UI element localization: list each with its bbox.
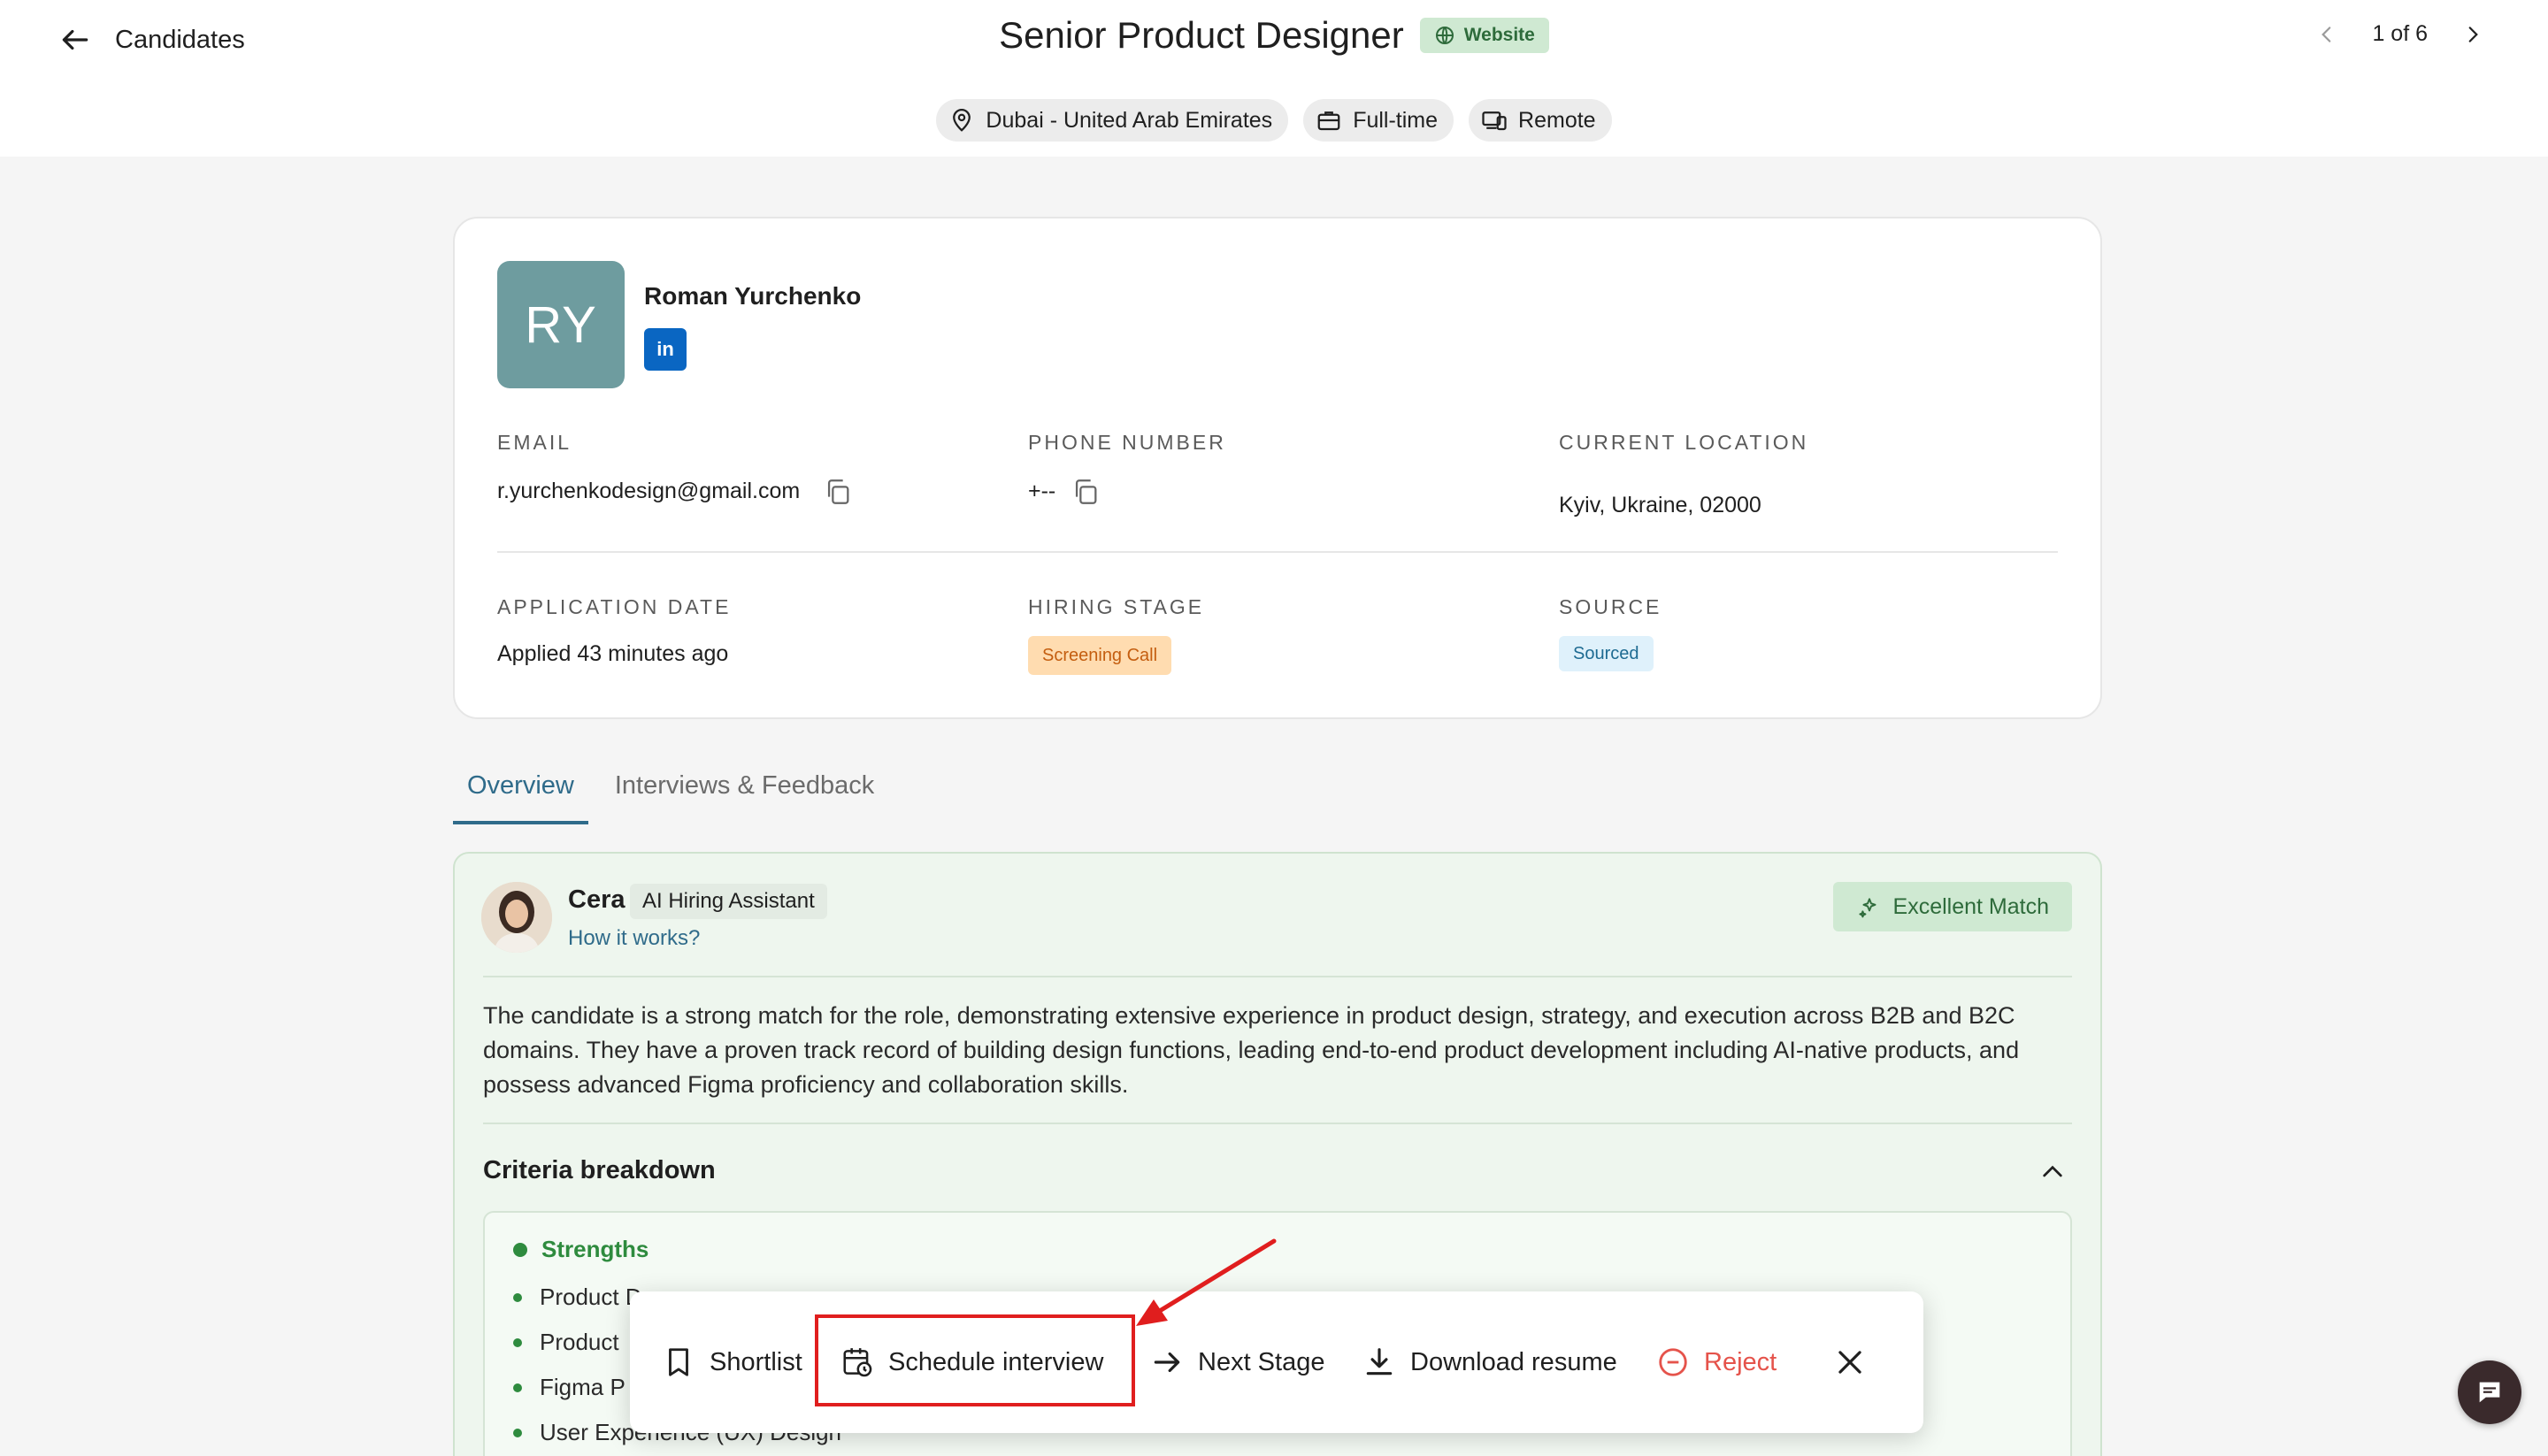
website-badge-label: Website [1463, 25, 1535, 45]
assistant-portrait-icon [481, 882, 552, 953]
application-date-label: APPLICATION DATE [497, 595, 732, 618]
sparkle-icon [1858, 898, 1876, 918]
hiring-stage-label: HIRING STAGE [1028, 595, 1205, 618]
strength-text: Figma P [540, 1374, 625, 1400]
briefcase-icon [1317, 111, 1340, 131]
tab-interviews-feedback[interactable]: Interviews & Feedback [601, 762, 888, 824]
download-resume-label: Download resume [1410, 1347, 1617, 1376]
workplace-label: Remote [1518, 107, 1596, 133]
globe-icon [1435, 27, 1454, 44]
tab-overview[interactable]: Overview [453, 762, 588, 824]
shortlist-label: Shortlist [710, 1347, 802, 1376]
employment-type-label: Full-time [1353, 107, 1439, 133]
status-dot-icon [513, 1242, 527, 1257]
top-header: Candidates Senior Product Designer Websi… [0, 0, 2548, 157]
download-resume-button[interactable]: Download resume [1362, 1291, 1617, 1433]
candidate-card: RY Roman Yurchenko in EMAIL r.yurchenkod… [453, 217, 2102, 719]
map-pin-icon [953, 109, 971, 132]
strength-text: Product [540, 1329, 619, 1355]
email-label: EMAIL [497, 431, 572, 454]
job-location-label: Dubai - United Arab Emirates [986, 107, 1273, 133]
bullet-icon [513, 1428, 522, 1437]
how-it-works-link[interactable]: How it works? [568, 926, 700, 951]
copy-email-icon[interactable] [823, 477, 853, 507]
chat-icon [2479, 1382, 2500, 1403]
workplace-chip: Remote [1469, 99, 1612, 142]
job-location-chip: Dubai - United Arab Emirates [936, 99, 1289, 142]
avatar: RY [497, 261, 625, 388]
assistant-role-badge: AI Hiring Assistant [630, 884, 827, 919]
bookmark-icon [669, 1348, 688, 1376]
strength-item: Product D [513, 1284, 642, 1311]
strengths-header: Strengths [513, 1236, 649, 1263]
chat-support-button[interactable] [2458, 1360, 2521, 1424]
assistant-divider-mid [483, 1123, 2072, 1124]
job-title-row: Senior Product Designer Website [0, 14, 2548, 57]
application-date-value: Applied 43 minutes ago [497, 641, 729, 666]
assistant-avatar [481, 882, 552, 953]
next-stage-label: Next Stage [1198, 1347, 1325, 1376]
strength-text: Product D [540, 1284, 642, 1310]
employment-type-chip: Full-time [1303, 99, 1454, 142]
download-icon [1366, 1348, 1393, 1376]
strength-item: Product [513, 1329, 619, 1356]
chevron-up-icon[interactable] [2038, 1158, 2067, 1186]
reject-button[interactable]: Reject [1656, 1291, 1777, 1433]
arrow-right-icon [1154, 1352, 1180, 1373]
phone-value: +-- [1028, 479, 1056, 503]
chevron-left-icon[interactable] [2315, 23, 2338, 46]
highlight-annotation [815, 1314, 1135, 1406]
hiring-stage-badge: Screening Call [1028, 636, 1172, 675]
job-meta-row: Dubai - United Arab Emirates Full-time R… [0, 99, 2548, 142]
match-score-badge: Excellent Match [1832, 882, 2072, 931]
current-location-label: CURRENT LOCATION [1559, 431, 1809, 454]
email-value: r.yurchenkodesign@gmail.com [497, 479, 801, 503]
bullet-icon [513, 1337, 522, 1347]
close-icon [1838, 1351, 1861, 1374]
candidate-tabs: Overview Interviews & Feedback [453, 762, 901, 824]
candidate-name: Roman Yurchenko [644, 282, 862, 310]
card-divider [497, 551, 2058, 553]
bullet-icon [513, 1292, 522, 1302]
minus-circle-icon [1659, 1348, 1687, 1376]
assistant-divider-top [483, 976, 2072, 977]
criteria-breakdown-title: Criteria breakdown [483, 1156, 716, 1184]
current-location-value: Kyiv, Ukraine, 02000 [1559, 493, 1761, 517]
assistant-summary: The candidate is a strong match for the … [483, 1002, 2020, 1098]
phone-label: PHONE NUMBER [1028, 431, 1226, 454]
source-badge: Sourced [1559, 636, 1654, 671]
bullet-icon [513, 1383, 522, 1392]
assistant-name: Cera [568, 885, 625, 914]
copy-phone-icon[interactable] [1071, 477, 1101, 507]
devices-icon [1482, 111, 1507, 131]
job-title: Senior Product Designer [999, 14, 1404, 56]
strength-item: Figma P [513, 1374, 625, 1401]
close-action-bar-button[interactable] [1833, 1291, 1867, 1433]
reject-label: Reject [1704, 1347, 1777, 1376]
linkedin-icon[interactable]: in [644, 328, 687, 371]
shortlist-button[interactable]: Shortlist [662, 1291, 802, 1433]
chevron-right-icon[interactable] [2461, 23, 2484, 46]
match-score-label: Excellent Match [1892, 893, 2049, 919]
strengths-label: Strengths [541, 1236, 649, 1262]
source-website-badge: Website [1419, 18, 1549, 53]
annotation-arrow-icon [1136, 1238, 1277, 1326]
source-label: SOURCE [1559, 595, 1662, 618]
pager-count: 1 of 6 [2372, 21, 2428, 46]
candidate-pager: 1 of 6 [2315, 21, 2484, 47]
